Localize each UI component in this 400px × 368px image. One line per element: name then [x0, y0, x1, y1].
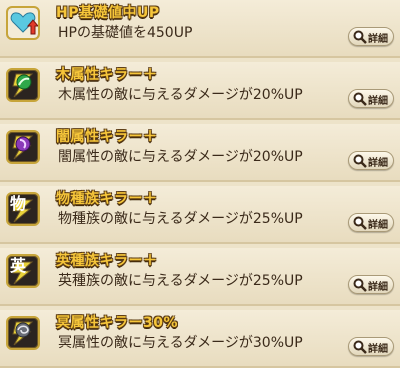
detail-label: 詳細 [368, 96, 388, 107]
icon-glyph: 物 [10, 194, 27, 213]
skill-row: 木属性キラー＋ 木属性の敵に与えるダメージが20%UP 詳細 [0, 62, 400, 120]
detail-label: 詳細 [368, 158, 388, 169]
detail-label: 詳細 [368, 34, 388, 45]
skill-row: HP基礎値中UP HPの基礎値を450UP 詳細 [0, 0, 400, 58]
skill-description: 木属性の敵に与えるダメージが20%UP [58, 87, 303, 103]
skill-description: 闇属性の敵に与えるダメージが20%UP [58, 149, 303, 165]
detail-button[interactable]: 詳細 [348, 213, 394, 232]
skill-title: 物種族キラー＋ [56, 191, 158, 207]
skill-row: 闇属性キラー＋ 闇属性の敵に与えるダメージが20%UP 詳細 [0, 124, 400, 182]
detail-button[interactable]: 詳細 [348, 89, 394, 108]
skill-row: 物 物種族キラー＋ 物種族の敵に与えるダメージが25%UP 詳細 [0, 186, 400, 244]
skill-description: 物種族の敵に与えるダメージが25%UP [58, 211, 303, 227]
skill-title: HP基礎値中UP [56, 5, 160, 21]
magnifier-icon [353, 30, 367, 44]
detail-button[interactable]: 詳細 [348, 275, 394, 294]
skill-description: HPの基礎値を450UP [58, 25, 193, 41]
skill-title: 木属性キラー＋ [56, 67, 158, 83]
skill-list: HP基礎値中UP HPの基礎値を450UP 詳細 木属性キラー＋ 木属性の敵に与… [0, 0, 400, 368]
magnifier-icon [353, 340, 367, 354]
skill-description: 冥属性の敵に与えるダメージが30%UP [58, 335, 303, 351]
detail-label: 詳細 [368, 282, 388, 293]
magnifier-icon [353, 278, 367, 292]
skill-description: 英種族の敵に与えるダメージが25%UP [58, 273, 303, 289]
magnifier-icon [353, 92, 367, 106]
skill-title: 英種族キラー＋ [56, 253, 158, 269]
detail-label: 詳細 [368, 220, 388, 231]
nether-element-icon [6, 316, 40, 350]
icon-glyph: 英 [10, 256, 27, 275]
skill-row: 冥属性キラー30% 冥属性の敵に与えるダメージが30%UP 詳細 [0, 310, 400, 368]
hero-race-icon: 英 [6, 254, 40, 288]
wood-element-icon [6, 68, 40, 102]
material-race-icon: 物 [6, 192, 40, 226]
detail-button[interactable]: 詳細 [348, 27, 394, 46]
skill-row: 英 英種族キラー＋ 英種族の敵に与えるダメージが25%UP 詳細 [0, 248, 400, 306]
detail-button[interactable]: 詳細 [348, 151, 394, 170]
skill-title: 闇属性キラー＋ [56, 129, 158, 145]
dark-element-icon [6, 130, 40, 164]
heart-up-icon [6, 6, 40, 40]
detail-button[interactable]: 詳細 [348, 337, 394, 356]
skill-title: 冥属性キラー30% [56, 315, 179, 331]
detail-label: 詳細 [368, 344, 388, 355]
magnifier-icon [353, 216, 367, 230]
magnifier-icon [353, 154, 367, 168]
